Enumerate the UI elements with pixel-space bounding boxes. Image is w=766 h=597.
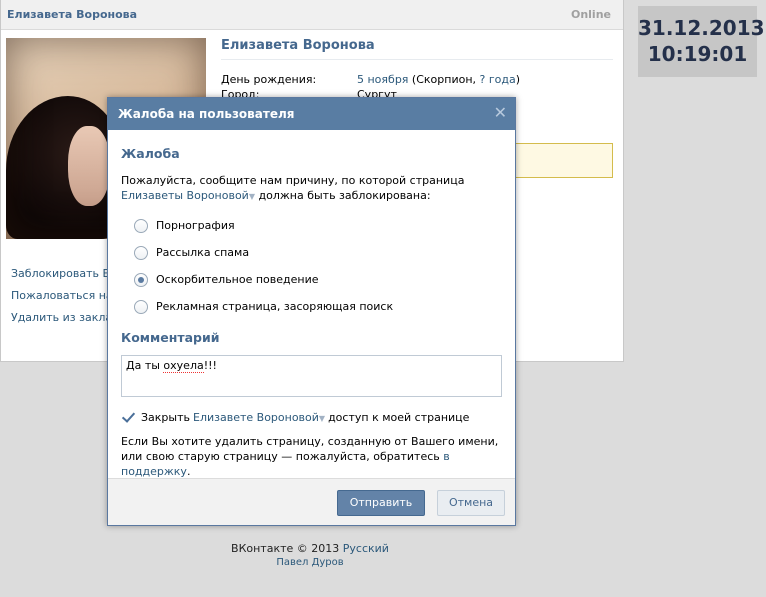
dialog-footer: Отправить Отмена xyxy=(108,478,515,525)
reason-prompt-end: должна быть заблокирована: xyxy=(255,189,431,202)
cancel-button[interactable]: Отмена xyxy=(437,490,505,516)
birthday-year-link[interactable]: ? года xyxy=(480,73,516,86)
birthday-sign: (Скорпион, xyxy=(408,73,480,86)
reason-option-label[interactable]: Порнография xyxy=(156,219,235,232)
time-display: 10:19:01 xyxy=(647,42,748,66)
profile-full-name: Елизавета Воронова xyxy=(221,38,613,60)
date-display: 31.12.2013 xyxy=(638,16,765,40)
reason-option-label[interactable]: Рекламная страница, засоряющая поиск xyxy=(156,300,393,313)
dialog-body: Жалоба Пожалуйста, сообщите нам причину,… xyxy=(108,130,515,479)
profile-info: Елизавета Воронова День рождения: 5 нояб… xyxy=(221,38,613,103)
radio-button[interactable] xyxy=(134,218,148,233)
notice-box xyxy=(515,143,613,178)
comment-text-prefix: Да ты xyxy=(126,359,164,372)
help-text: Если Вы хотите удалить страницу, созданн… xyxy=(121,434,506,479)
comment-misspelled-word: охуела xyxy=(163,359,204,373)
radio-button[interactable] xyxy=(134,245,148,260)
help-text-end: . xyxy=(186,465,191,478)
reason-option-label[interactable]: Рассылка спама xyxy=(156,246,249,259)
footer-copyright: ВКонтакте © 2013 Русский xyxy=(0,542,620,555)
radio-button[interactable] xyxy=(134,299,148,314)
language-link[interactable]: Русский xyxy=(343,542,389,555)
close-access-row[interactable]: Закрыть Елизавете Вороновой▼ доступ к мо… xyxy=(121,410,502,424)
reason-prompt-text: Пожалуйста, сообщите нам причину, по кот… xyxy=(121,174,465,187)
comment-section-title: Комментарий xyxy=(121,330,220,345)
profile-header-name[interactable]: Елизавета Воронова xyxy=(7,8,137,21)
close-access-user-name[interactable]: Елизавете Вороновой xyxy=(193,411,319,424)
online-status: Online xyxy=(570,8,611,21)
reason-option-porn[interactable]: Порнография xyxy=(121,212,502,239)
birthday-date-link[interactable]: 5 ноября xyxy=(357,73,408,86)
close-access-label[interactable]: Закрыть xyxy=(141,411,190,424)
comment-text-suffix: !!! xyxy=(203,359,217,372)
birthday-close-paren: ) xyxy=(515,73,521,86)
profile-header: Елизавета Воронова Online xyxy=(1,0,623,30)
send-button[interactable]: Отправить xyxy=(337,490,425,516)
birthday-value: 5 ноября (Скорпион, ? года) xyxy=(357,73,520,88)
footer-author-link[interactable]: Павел Дуров xyxy=(0,557,620,568)
close-icon[interactable]: ✕ xyxy=(494,104,507,122)
copyright-text: ВКонтакте © 2013 xyxy=(231,542,343,555)
reason-option-abuse[interactable]: Оскорбительное поведение xyxy=(121,266,502,293)
birthday-label: День рождения: xyxy=(221,73,317,86)
reason-section-title: Жалоба xyxy=(121,146,180,161)
dialog-titlebar[interactable]: Жалоба на пользователя ✕ xyxy=(108,98,515,130)
reason-option-spam[interactable]: Рассылка спама xyxy=(121,239,502,266)
dropdown-triangle-icon[interactable]: ▼ xyxy=(319,414,325,423)
info-row-birthday: День рождения: 5 ноября (Скорпион, ? год… xyxy=(221,73,613,88)
user-name-link[interactable]: Елизаветы Вороновой xyxy=(121,189,249,202)
reason-prompt: Пожалуйста, сообщите нам причину, по кот… xyxy=(121,173,491,204)
reason-radio-group: Порнография Рассылка спама Оскорбительно… xyxy=(121,212,502,320)
dialog-title: Жалоба на пользователя xyxy=(118,107,295,121)
comment-textarea[interactable]: Да ты охуела!!! xyxy=(121,355,502,397)
help-text-body: Если Вы хотите удалить страницу, созданн… xyxy=(121,435,499,463)
close-access-checkbox[interactable] xyxy=(121,410,135,424)
radio-button-checked[interactable] xyxy=(134,272,148,287)
close-access-suffix: доступ к моей странице xyxy=(328,410,470,424)
date-time-panel: 31.12.2013 10:19:01 xyxy=(638,6,765,77)
report-user-dialog: Жалоба на пользователя ✕ Жалоба Пожалуйс… xyxy=(107,97,516,526)
reason-option-advertising[interactable]: Рекламная страница, засоряющая поиск xyxy=(121,293,502,320)
reason-option-label[interactable]: Оскорбительное поведение xyxy=(156,273,319,286)
close-access-user-link[interactable]: Елизавете Вороновой▼ xyxy=(193,411,325,424)
